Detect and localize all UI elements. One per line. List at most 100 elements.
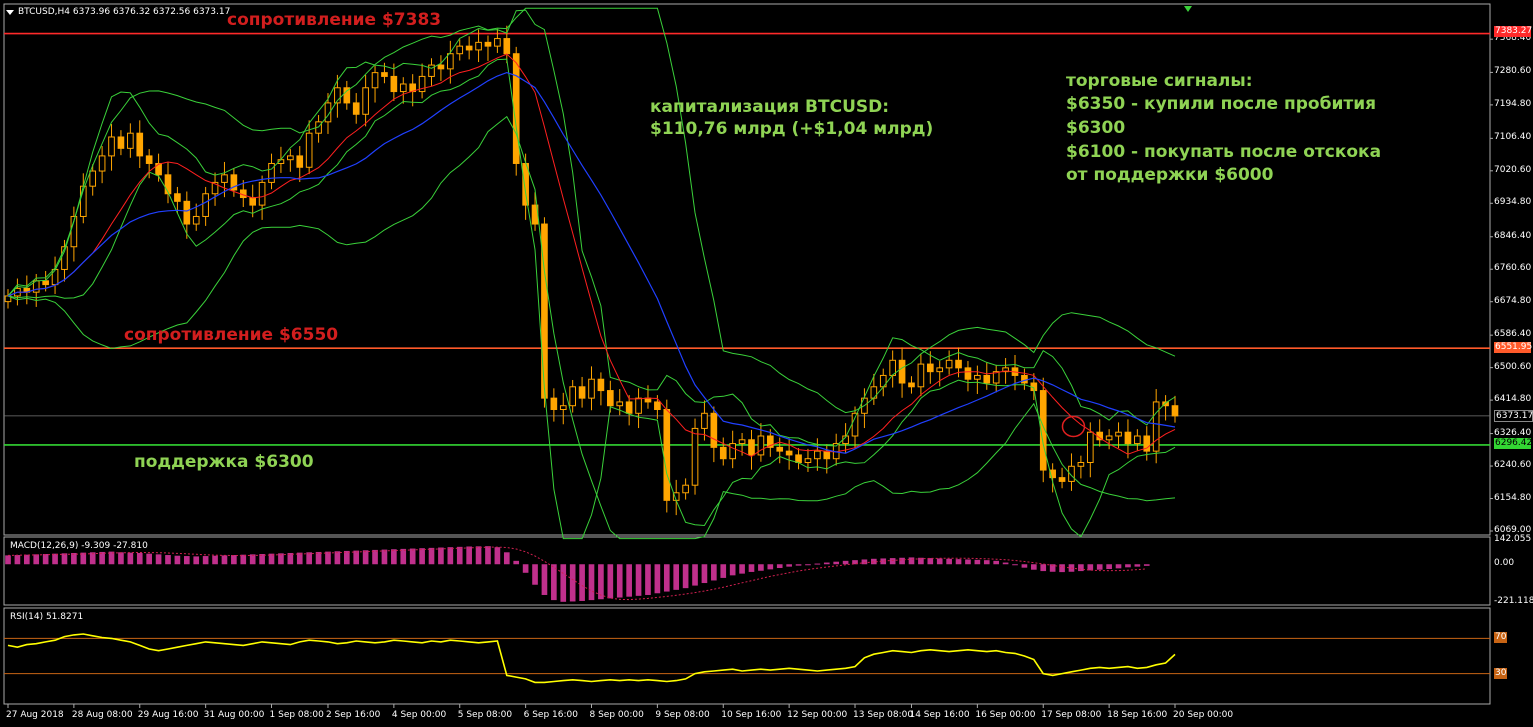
- macd-bar: [1125, 564, 1131, 568]
- macd-bar: [974, 559, 981, 565]
- time-tick-label: 17 Sep 08:00: [1041, 710, 1102, 720]
- macd-bar: [381, 549, 388, 565]
- macd-bar: [136, 552, 143, 565]
- candle: [258, 181, 266, 206]
- macd-bar: [127, 552, 134, 565]
- macd-bar: [5, 555, 11, 565]
- macd-bar: [372, 549, 378, 565]
- macd-bar: [118, 552, 124, 565]
- macd-bar: [343, 550, 350, 565]
- time-tick-label: 9 Sep 08:00: [655, 710, 710, 720]
- price-tick-label: 6846.40: [1494, 230, 1532, 241]
- rsi-level-tag: 30: [1494, 667, 1507, 679]
- annotation-cap-line2: $110,76 млрд (+$1,04 млрд): [650, 119, 934, 139]
- macd-bar: [447, 547, 454, 565]
- time-tick-label: 5 Sep 08:00: [457, 710, 513, 720]
- macd-bar: [795, 564, 802, 566]
- macd-bar: [701, 564, 708, 584]
- candle: [494, 38, 501, 47]
- macd-bar: [786, 564, 792, 567]
- candle: [145, 155, 153, 164]
- symbol-header: BTCUSD,H4 6373.96 6376.32 6372.56 6373.1…: [18, 7, 231, 17]
- candle: [1058, 477, 1066, 482]
- candle: [550, 397, 558, 411]
- macd-bar: [1115, 564, 1122, 569]
- candle: [287, 155, 294, 161]
- macd-bar: [588, 564, 595, 601]
- macd-bar: [729, 564, 736, 576]
- macd-bar: [513, 560, 520, 565]
- macd-bar: [1134, 564, 1141, 567]
- macd-bar: [428, 547, 435, 565]
- macd-bar: [560, 564, 567, 602]
- price-tick-label: 6760.60: [1494, 263, 1532, 274]
- candle: [569, 386, 577, 407]
- candle: [465, 45, 473, 51]
- macd-bar: [14, 555, 21, 565]
- macd-bar: [1012, 564, 1018, 566]
- macd-signal-line: [7, 546, 1147, 601]
- candle: [1171, 405, 1179, 417]
- candle: [475, 41, 482, 51]
- candle: [1086, 431, 1094, 463]
- candle: [701, 412, 708, 429]
- macd-bar: [52, 553, 58, 565]
- time-tick-label: 18 Sep 16:00: [1107, 710, 1168, 720]
- macd-bar: [720, 564, 727, 578]
- price-tag-resistance-mid: 6551.95: [1494, 342, 1533, 353]
- macd-bar: [391, 549, 397, 565]
- macd-bar: [42, 554, 49, 565]
- candle: [814, 450, 821, 460]
- macd-bar: [353, 550, 360, 565]
- time-tick-label: 1 Sep 08:00: [269, 710, 324, 720]
- candle: [447, 53, 454, 70]
- macd-bar: [889, 558, 896, 565]
- candle: [1105, 435, 1113, 441]
- macd-bar: [833, 561, 840, 565]
- macd-bar: [146, 553, 152, 565]
- time-tick-label: 6 Sep 16:00: [523, 710, 578, 720]
- rsi-level-tag: 70: [1494, 632, 1507, 644]
- candle: [1077, 461, 1085, 467]
- rsi-line: [7, 633, 1176, 684]
- candle: [974, 374, 981, 380]
- macd-bar: [221, 555, 228, 565]
- time-tick-label: 20 Sep 00:00: [1173, 710, 1234, 720]
- macd-bar: [927, 558, 934, 565]
- price-tick-label: 7020.60: [1494, 164, 1532, 175]
- symbol-dropdown-icon[interactable]: [6, 10, 14, 15]
- macd-bar: [842, 560, 849, 565]
- candle: [710, 412, 718, 448]
- candle: [221, 174, 228, 183]
- macd-bar: [748, 564, 755, 572]
- candle: [381, 72, 388, 77]
- candle: [955, 359, 962, 369]
- candle: [512, 53, 520, 164]
- candle: [127, 132, 134, 149]
- time-tick-label: 16 Sep 00:00: [975, 710, 1036, 720]
- time-tick-label: 12 Sep 00:00: [787, 710, 848, 720]
- macd-bar: [551, 564, 557, 601]
- macd-bar: [598, 564, 604, 600]
- macd-bar: [155, 554, 162, 565]
- candle: [682, 484, 689, 494]
- macd-bar: [776, 564, 783, 569]
- time-tick-label: 4 Sep 00:00: [391, 710, 447, 720]
- candle: [898, 359, 906, 384]
- candle: [691, 427, 699, 486]
- macd-tick-label: 142.055: [1494, 534, 1532, 544]
- price-tag-support: 6296.42: [1494, 438, 1533, 449]
- candle: [795, 454, 802, 463]
- candle: [268, 162, 275, 183]
- top-marker-icon: [1184, 6, 1192, 12]
- macd-bar: [1059, 564, 1065, 573]
- macd-bar: [1021, 564, 1028, 568]
- macd-bar: [579, 564, 585, 601]
- macd-bar: [1040, 564, 1047, 572]
- price-tick-label: 6154.80: [1494, 492, 1532, 503]
- annotation-support: поддержка $6300: [134, 452, 314, 472]
- candle: [945, 359, 953, 369]
- price-tick-label: 6500.60: [1494, 361, 1532, 372]
- candle: [785, 450, 793, 456]
- candle: [296, 155, 304, 168]
